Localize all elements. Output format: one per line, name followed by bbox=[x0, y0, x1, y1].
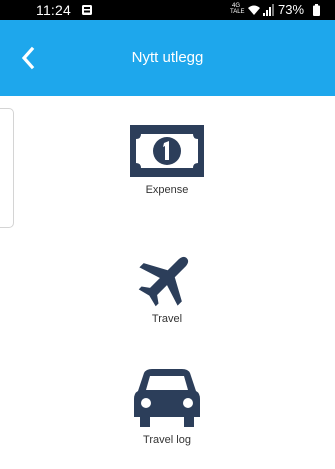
expense-option[interactable]: Expense bbox=[117, 123, 217, 197]
car-icon bbox=[134, 369, 200, 427]
page-title: Nytt utlegg bbox=[131, 49, 204, 66]
signal-icon bbox=[263, 4, 274, 16]
travel-label: Travel bbox=[151, 313, 183, 325]
side-drawer-handle[interactable] bbox=[0, 108, 14, 228]
expense-label: Expense bbox=[145, 184, 189, 196]
travel-log-option[interactable]: Travel log bbox=[117, 369, 217, 447]
battery-percentage: 73% bbox=[278, 2, 305, 17]
notification-icon bbox=[82, 5, 92, 15]
banknote-icon bbox=[130, 125, 204, 177]
airplane-icon bbox=[138, 256, 189, 307]
battery-icon bbox=[313, 4, 320, 16]
travel-log-label: Travel log bbox=[143, 434, 191, 446]
network-type-indicator: 4G TALE bbox=[230, 3, 245, 15]
status-bar: 11:24 4G TALE 73% bbox=[0, 0, 335, 20]
app-bar: Nytt utlegg bbox=[0, 20, 335, 96]
travel-option[interactable]: Travel bbox=[117, 248, 217, 326]
status-time: 11:24 bbox=[36, 2, 71, 18]
wifi-icon bbox=[248, 5, 260, 15]
